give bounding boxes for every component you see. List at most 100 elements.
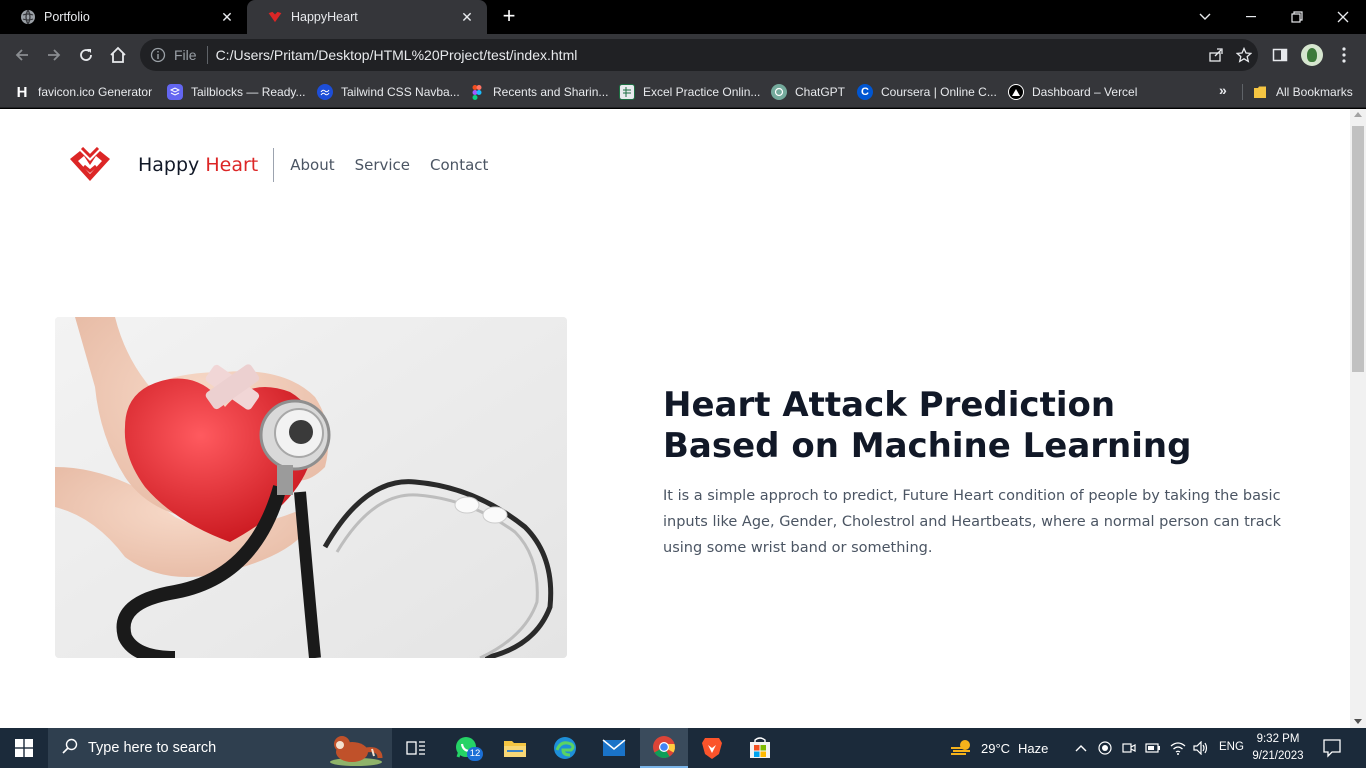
home-icon[interactable] xyxy=(106,43,130,67)
minimize-icon[interactable] xyxy=(1228,0,1274,34)
bookmark-star-icon[interactable] xyxy=(1230,47,1258,63)
taskbar-search-box[interactable]: Type here to search xyxy=(48,728,392,768)
bookmark-label: Dashboard – Vercel xyxy=(1032,85,1138,99)
weather-temperature: 29°C xyxy=(981,740,1011,756)
heart-logo-icon[interactable] xyxy=(68,147,112,183)
new-tab-button[interactable]: + xyxy=(498,5,520,28)
hero-title-line1: Heart Attack Prediction xyxy=(663,385,1116,425)
search-placeholder: Type here to search xyxy=(88,740,217,756)
restore-icon[interactable] xyxy=(1274,0,1320,34)
more-menu-icon[interactable] xyxy=(1332,43,1356,67)
windows-taskbar: Type here to search 12 29°C Haze ENG 9:3… xyxy=(0,728,1366,768)
scrollbar-thumb[interactable] xyxy=(1352,126,1364,372)
folder-icon xyxy=(1252,84,1268,100)
bookmark-label: Tailblocks — Ready... xyxy=(191,85,306,99)
bookmark-label: ChatGPT xyxy=(795,85,846,99)
vercel-icon xyxy=(1008,84,1024,100)
site-header: Happy Heart About Service Contact xyxy=(68,147,508,183)
tab-happyheart[interactable]: HappyHeart ✕ xyxy=(247,0,487,34)
tab-portfolio[interactable]: Portfolio ✕ xyxy=(0,0,247,34)
meet-now-icon[interactable] xyxy=(1120,739,1138,757)
divider xyxy=(206,46,208,64)
bookmark-tailwind[interactable]: Tailwind CSS Navba... xyxy=(317,82,460,102)
scroll-down-arrow-icon[interactable] xyxy=(1354,719,1362,724)
bookmark-excel-practice[interactable]: Excel Practice Onlin... xyxy=(619,82,760,102)
scroll-up-arrow-icon[interactable] xyxy=(1354,112,1362,117)
hero-image xyxy=(55,317,567,658)
side-panel-icon[interactable] xyxy=(1268,43,1292,67)
windows-start-icon[interactable] xyxy=(0,728,48,768)
divider xyxy=(1242,84,1243,100)
info-icon[interactable] xyxy=(150,47,166,63)
page-viewport: Happy Heart About Service Contact Heart … xyxy=(0,109,1366,728)
all-bookmarks-button[interactable]: All Bookmarks xyxy=(1252,82,1353,102)
bookmark-tailblocks[interactable]: Tailblocks — Ready... xyxy=(167,82,306,102)
bookmarks-bar: H favicon.ico Generator Tailblocks — Rea… xyxy=(0,76,1366,108)
excel-icon xyxy=(619,84,635,100)
haze-icon xyxy=(951,740,970,755)
close-window-icon[interactable] xyxy=(1320,0,1366,34)
figma-icon xyxy=(469,84,485,100)
hero-title-line2: Based on Machine Learning xyxy=(663,426,1192,466)
profile-avatar[interactable] xyxy=(1300,43,1324,67)
url-text[interactable]: C:/Users/Pritam/Desktop/HTML%20Project/t… xyxy=(216,47,1202,63)
bookmark-vercel[interactable]: Dashboard – Vercel xyxy=(1008,82,1137,102)
address-bar[interactable]: File C:/Users/Pritam/Desktop/HTML%20Proj… xyxy=(140,39,1258,71)
record-icon[interactable] xyxy=(1096,739,1114,757)
bookmark-label: Coursera | Online C... xyxy=(881,85,997,99)
mail-icon[interactable] xyxy=(590,728,638,768)
back-icon[interactable] xyxy=(10,43,34,67)
clock-time: 9:32 PM xyxy=(1256,733,1300,745)
tab-title: Portfolio xyxy=(44,10,90,24)
notification-center-icon[interactable] xyxy=(1322,738,1342,758)
bookmark-chatgpt[interactable]: ChatGPT xyxy=(771,82,845,102)
task-view-icon[interactable] xyxy=(392,728,440,768)
weather-condition: Haze xyxy=(1018,740,1049,756)
weather-widget[interactable]: 29°C Haze xyxy=(950,728,1048,768)
h-letter-icon: H xyxy=(16,83,28,101)
input-language[interactable]: ENG xyxy=(1219,741,1244,753)
hero-description: It is a simple approch to predict, Futur… xyxy=(663,488,1282,556)
browser-toolbar: File C:/Users/Pritam/Desktop/HTML%20Proj… xyxy=(0,34,1366,76)
edge-browser-icon[interactable] xyxy=(541,728,589,768)
whatsapp-icon[interactable]: 12 xyxy=(442,728,490,768)
close-tab-icon[interactable]: ✕ xyxy=(219,9,235,25)
battery-icon[interactable] xyxy=(1144,739,1162,757)
heart-logo-icon xyxy=(267,9,283,25)
bookmark-label: Tailwind CSS Navba... xyxy=(341,85,460,99)
notification-badge: 12 xyxy=(467,747,483,761)
volume-icon[interactable] xyxy=(1192,739,1210,757)
chrome-icon[interactable] xyxy=(640,728,688,768)
coursera-icon: C xyxy=(857,84,873,100)
close-tab-icon[interactable]: ✕ xyxy=(459,9,475,25)
clock-date: 9/21/2023 xyxy=(1252,750,1304,762)
tab-title: HappyHeart xyxy=(291,10,358,24)
bookmark-favicon-generator[interactable]: H favicon.ico Generator xyxy=(14,82,152,102)
brand-part-happy: Happy xyxy=(138,154,200,176)
nav-link-service[interactable]: Service xyxy=(355,156,410,174)
hero-content: Heart Attack Prediction Based on Machine… xyxy=(663,385,1283,561)
file-explorer-icon[interactable] xyxy=(491,728,539,768)
chevron-up-icon[interactable] xyxy=(1072,739,1090,757)
nav-link-contact[interactable]: Contact xyxy=(430,156,488,174)
tab-search-icon[interactable] xyxy=(1182,0,1228,34)
bookmark-label: All Bookmarks xyxy=(1276,85,1353,99)
divider xyxy=(273,148,275,182)
bookmark-label: Recents and Sharin... xyxy=(493,85,609,99)
more-bookmarks-icon[interactable]: » xyxy=(1219,82,1227,98)
page-scrollbar[interactable] xyxy=(1350,109,1366,728)
bookmark-figma[interactable]: Recents and Sharin... xyxy=(469,82,608,102)
reload-icon[interactable] xyxy=(74,43,98,67)
chatgpt-icon xyxy=(771,84,787,100)
system-clock[interactable]: 9:32 PM 9/21/2023 xyxy=(1248,731,1308,765)
hero-title: Heart Attack Prediction Based on Machine… xyxy=(663,385,1283,467)
brave-browser-icon[interactable] xyxy=(688,728,736,768)
bookmark-coursera[interactable]: C Coursera | Online C... xyxy=(857,82,997,102)
wifi-icon[interactable] xyxy=(1169,739,1187,757)
share-icon[interactable] xyxy=(1202,47,1230,63)
forward-icon[interactable] xyxy=(42,43,66,67)
nav-link-about[interactable]: About xyxy=(290,156,334,174)
brand-name[interactable]: Happy Heart xyxy=(138,154,258,176)
tailblocks-icon xyxy=(167,84,183,100)
microsoft-store-icon[interactable] xyxy=(736,728,784,768)
